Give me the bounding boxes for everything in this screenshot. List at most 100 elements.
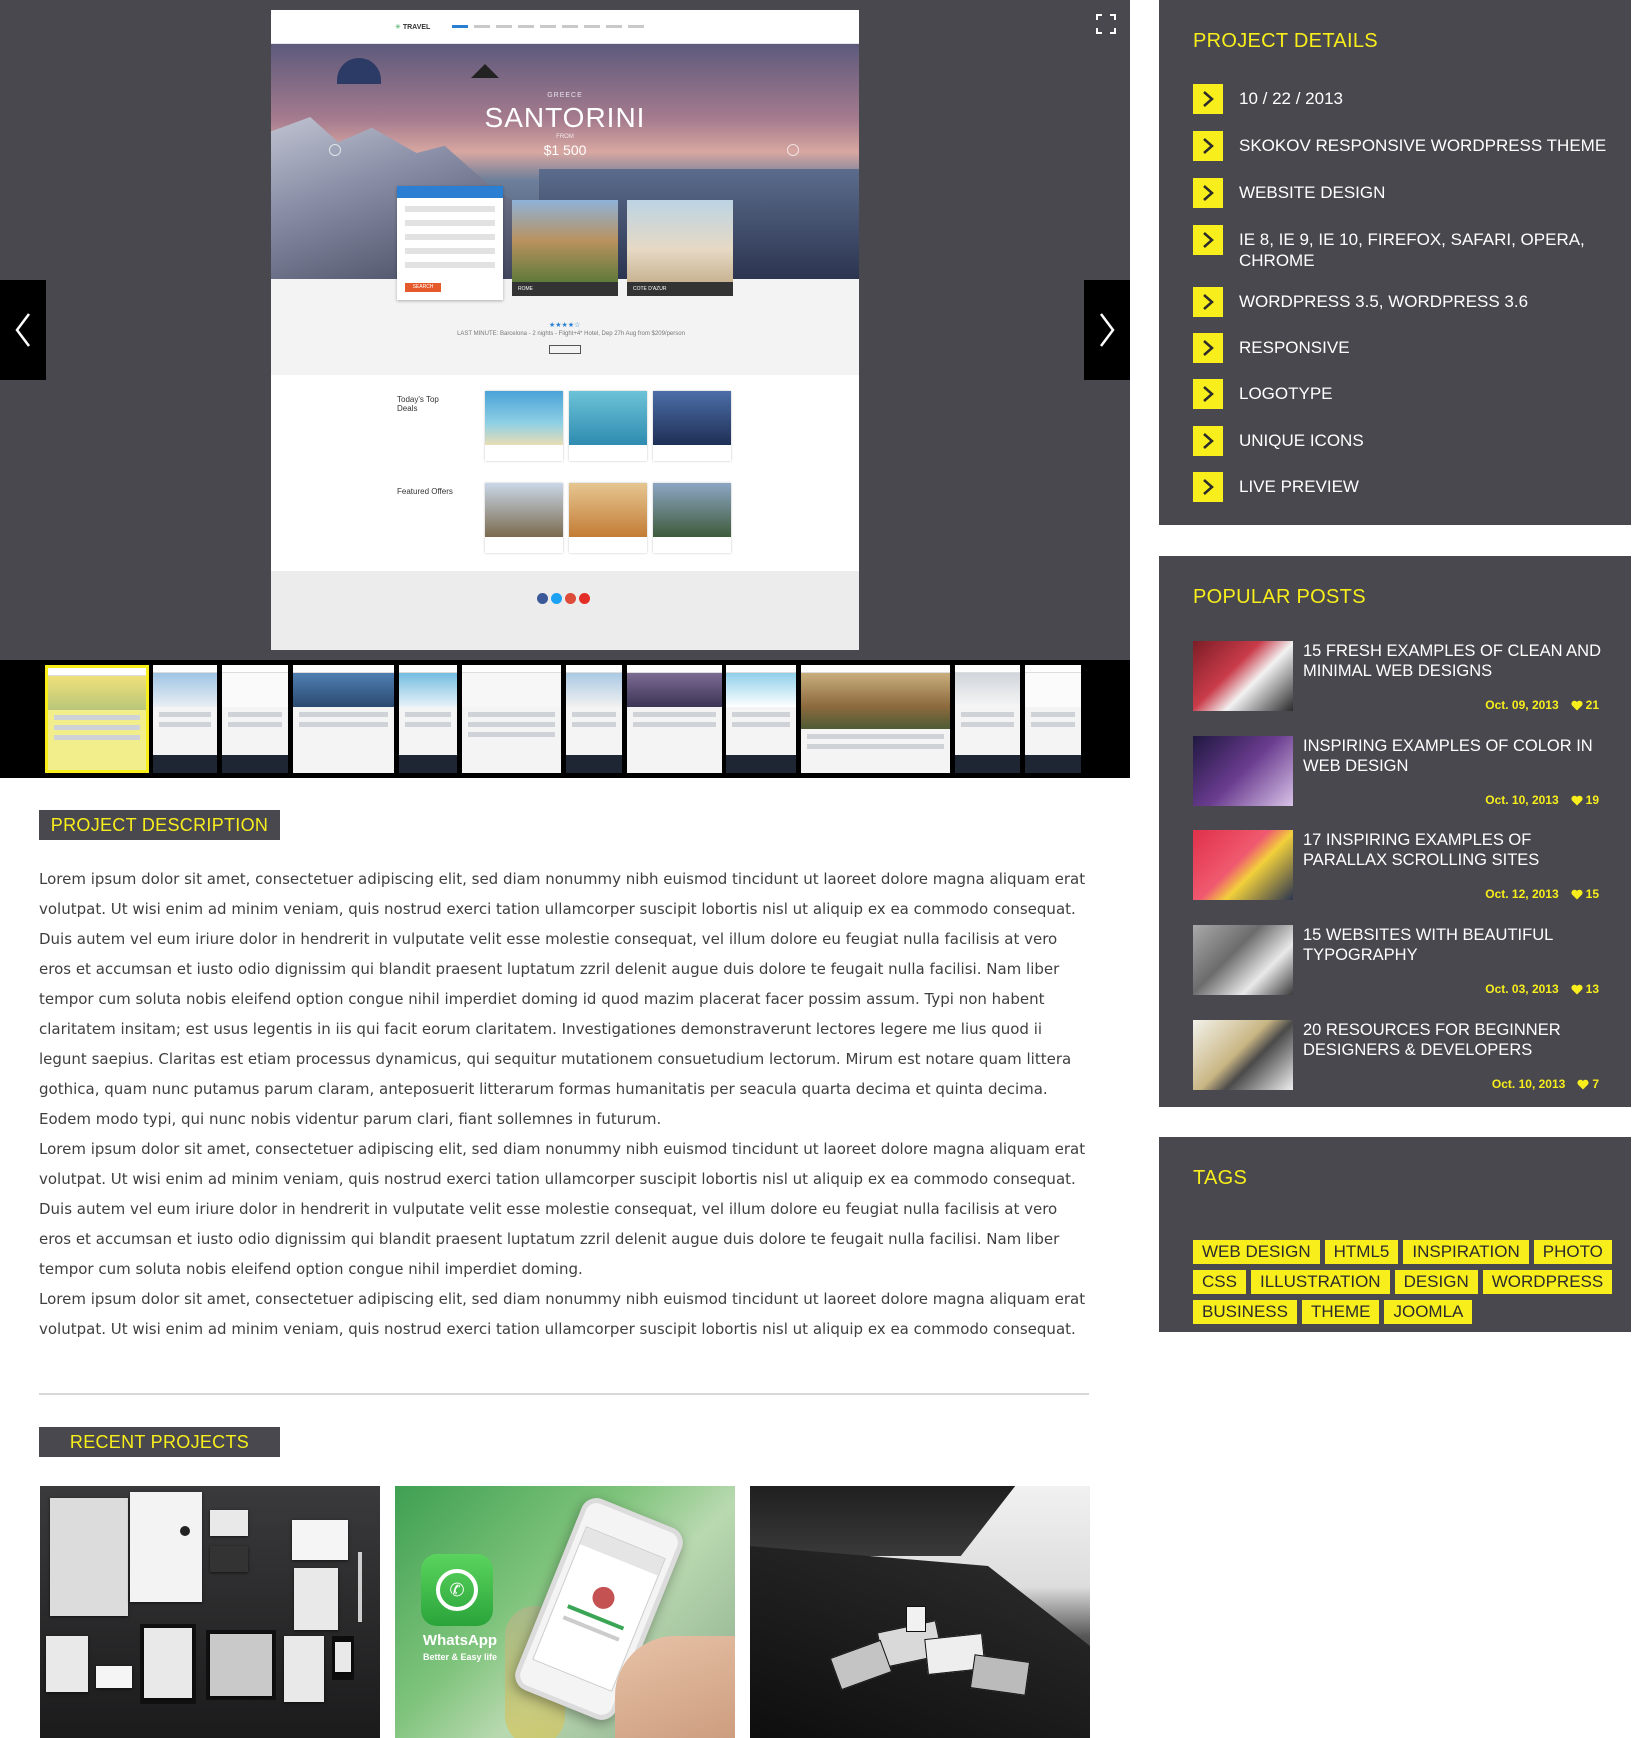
post-meta: Oct. 09, 2013 21: [1485, 698, 1599, 712]
whatsapp-logo-icon: ✆: [421, 1554, 493, 1626]
post-like-count: 15: [1585, 887, 1599, 901]
post-title[interactable]: 20 RESOURCES FOR BEGINNER DESIGNERS & DE…: [1303, 1020, 1603, 1060]
project-description: Lorem ipsum dolor sit amet, consectetuer…: [39, 864, 1091, 1344]
description-paragraph: Lorem ipsum dolor sit amet, consectetuer…: [39, 1290, 1086, 1338]
post-likes: 13: [1571, 982, 1599, 996]
detail-item[interactable]: LIVE PREVIEW: [1193, 472, 1619, 502]
post-title[interactable]: 15 WEBSITES WITH BEAUTIFUL TYPOGRAPHY: [1303, 925, 1603, 965]
heart-icon: [1571, 984, 1583, 994]
project-details-title: PROJECT DETAILS: [1193, 30, 1378, 52]
post-likes: 19: [1571, 793, 1599, 807]
whatsapp-name: WhatsApp: [422, 1632, 498, 1649]
post-title[interactable]: 17 INSPIRING EXAMPLES OF PARALLAX SCROLL…: [1303, 830, 1603, 870]
post-date: Oct. 10, 2013: [1491, 1077, 1566, 1091]
mock-card-rome: ROME: [512, 200, 618, 296]
detail-text: RESPONSIVE: [1239, 338, 1350, 357]
chevron-right-icon: [1193, 426, 1223, 456]
chevron-right-icon: [1193, 472, 1223, 502]
post-likes: 15: [1571, 887, 1599, 901]
heart-icon: [1571, 795, 1583, 805]
detail-text: UNIQUE ICONS: [1239, 431, 1364, 450]
tag-link[interactable]: JOOMLA: [1384, 1300, 1473, 1324]
recent-project-whatsapp[interactable]: ✆ WhatsApp Better & Easy life: [395, 1486, 735, 1738]
tag-link[interactable]: WEB DESIGN: [1193, 1240, 1320, 1264]
post-date: Oct. 10, 2013: [1485, 793, 1559, 807]
tag-link[interactable]: THEME: [1301, 1300, 1380, 1324]
description-paragraph: Lorem ipsum dolor sit amet, consectetuer…: [39, 870, 1086, 1128]
popular-posts-widget: POPULAR POSTS 15 FRESH EXAMPLES OF CLEAN…: [1159, 556, 1631, 1107]
detail-item: WEBSITE DESIGN: [1193, 178, 1619, 208]
mock-dest-from: FROM: [556, 134, 574, 140]
post-thumbnail[interactable]: [1193, 925, 1293, 995]
post-thumbnail[interactable]: [1193, 641, 1293, 711]
gallery-main-image[interactable]: ✳ TRAVEL GREECE SANTORINI FROM $1 500 SE…: [271, 10, 859, 650]
thumbnail[interactable]: [627, 665, 722, 773]
popular-post[interactable]: 15 FRESH EXAMPLES OF CLEAN AND MINIMAL W…: [1193, 641, 1603, 713]
post-thumbnail[interactable]: [1193, 830, 1293, 900]
chevron-right-icon: [1193, 225, 1223, 255]
section-divider: [39, 1393, 1089, 1395]
mock-dest-name: SANTORINI: [484, 102, 646, 133]
chevron-right-icon: [1193, 84, 1223, 114]
post-title[interactable]: INSPIRING EXAMPLES OF COLOR IN WEB DESIG…: [1303, 736, 1603, 776]
gallery-thumbnails: [0, 660, 1130, 778]
tag-link[interactable]: DESIGN: [1394, 1270, 1478, 1294]
chevron-left-icon: [15, 313, 30, 347]
tag-link[interactable]: HTML5: [1324, 1240, 1399, 1264]
popular-post[interactable]: INSPIRING EXAMPLES OF COLOR IN WEB DESIG…: [1193, 736, 1603, 808]
project-details-widget: PROJECT DETAILS 10 / 22 / 2013 SKOKOV RES…: [1159, 0, 1631, 525]
thumbnail[interactable]: [45, 665, 149, 773]
tag-link[interactable]: BUSINESS: [1193, 1300, 1297, 1324]
detail-item: 10 / 22 / 2013: [1193, 84, 1619, 114]
project-gallery: ✳ TRAVEL GREECE SANTORINI FROM $1 500 SE…: [0, 0, 1130, 660]
thumbnail[interactable]: [955, 665, 1020, 773]
post-thumbnail[interactable]: [1193, 736, 1293, 806]
recent-project-cards[interactable]: [750, 1486, 1090, 1738]
whatsapp-tagline: Better & Easy life: [422, 1652, 498, 1662]
thumbnail[interactable]: [153, 665, 217, 773]
detail-text: LIVE PREVIEW: [1239, 477, 1359, 496]
chevron-right-icon: [1193, 131, 1223, 161]
tags-widget: TAGS WEB DESIGN HTML5 INSPIRATION PHOTO CSS I…: [1159, 1137, 1631, 1332]
thumbnail[interactable]: [726, 665, 796, 773]
heart-icon: [1571, 889, 1583, 899]
thumbnail[interactable]: [566, 665, 622, 773]
mock-navbar: ✳ TRAVEL: [271, 10, 859, 44]
detail-text: IE 8, IE 9, IE 10, FIREFOX, SAFARI, OPER…: [1239, 230, 1585, 270]
mock-card-cote: COTE D'AZUR: [627, 200, 733, 296]
mock-search-form: SEARCH: [397, 186, 503, 300]
thumbnail[interactable]: [1025, 665, 1081, 773]
thumbnail[interactable]: [399, 665, 457, 773]
detail-item: IE 8, IE 9, IE 10, FIREFOX, SAFARI, OPER…: [1193, 225, 1619, 271]
tag-link[interactable]: PHOTO: [1533, 1240, 1612, 1264]
gallery-prev-button[interactable]: [0, 280, 46, 380]
recent-project-stationery[interactable]: [40, 1486, 380, 1738]
thumbnail[interactable]: [462, 665, 561, 773]
heart-icon: [1577, 1079, 1589, 1089]
thumbnail[interactable]: [801, 665, 950, 773]
chevron-right-icon: [1193, 333, 1223, 363]
post-meta: Oct. 12, 2013 15: [1485, 887, 1599, 901]
mock-dest-country: GREECE: [547, 92, 583, 99]
chevron-right-icon: [1193, 379, 1223, 409]
detail-item: RESPONSIVE: [1193, 333, 1619, 363]
tag-link[interactable]: CSS: [1193, 1270, 1246, 1294]
heart-icon: [1571, 700, 1583, 710]
popular-post[interactable]: 17 INSPIRING EXAMPLES OF PARALLAX SCROLL…: [1193, 830, 1603, 902]
tag-link[interactable]: ILLUSTRATION: [1250, 1270, 1390, 1294]
tag-link[interactable]: WORDPRESS: [1482, 1270, 1613, 1294]
thumbnail[interactable]: [222, 665, 288, 773]
post-thumbnail[interactable]: [1193, 1020, 1293, 1090]
project-description-heading: PROJECT DESCRIPTION: [39, 810, 280, 840]
fullscreen-icon[interactable]: [1096, 14, 1116, 34]
gallery-next-button[interactable]: [1084, 280, 1130, 380]
description-paragraph: Lorem ipsum dolor sit amet, consectetuer…: [39, 1140, 1086, 1278]
post-title[interactable]: 15 FRESH EXAMPLES OF CLEAN AND MINIMAL W…: [1303, 641, 1603, 681]
popular-post[interactable]: 20 RESOURCES FOR BEGINNER DESIGNERS & DE…: [1193, 1020, 1603, 1092]
thumbnail[interactable]: [293, 665, 394, 773]
popular-post[interactable]: 15 WEBSITES WITH BEAUTIFUL TYPOGRAPHY Oct…: [1193, 925, 1603, 997]
tag-link[interactable]: INSPIRATION: [1403, 1240, 1529, 1264]
detail-item: LOGOTYPE: [1193, 379, 1619, 409]
mock-logo: ✳ TRAVEL: [395, 23, 431, 31]
post-like-count: 7: [1592, 1077, 1599, 1091]
